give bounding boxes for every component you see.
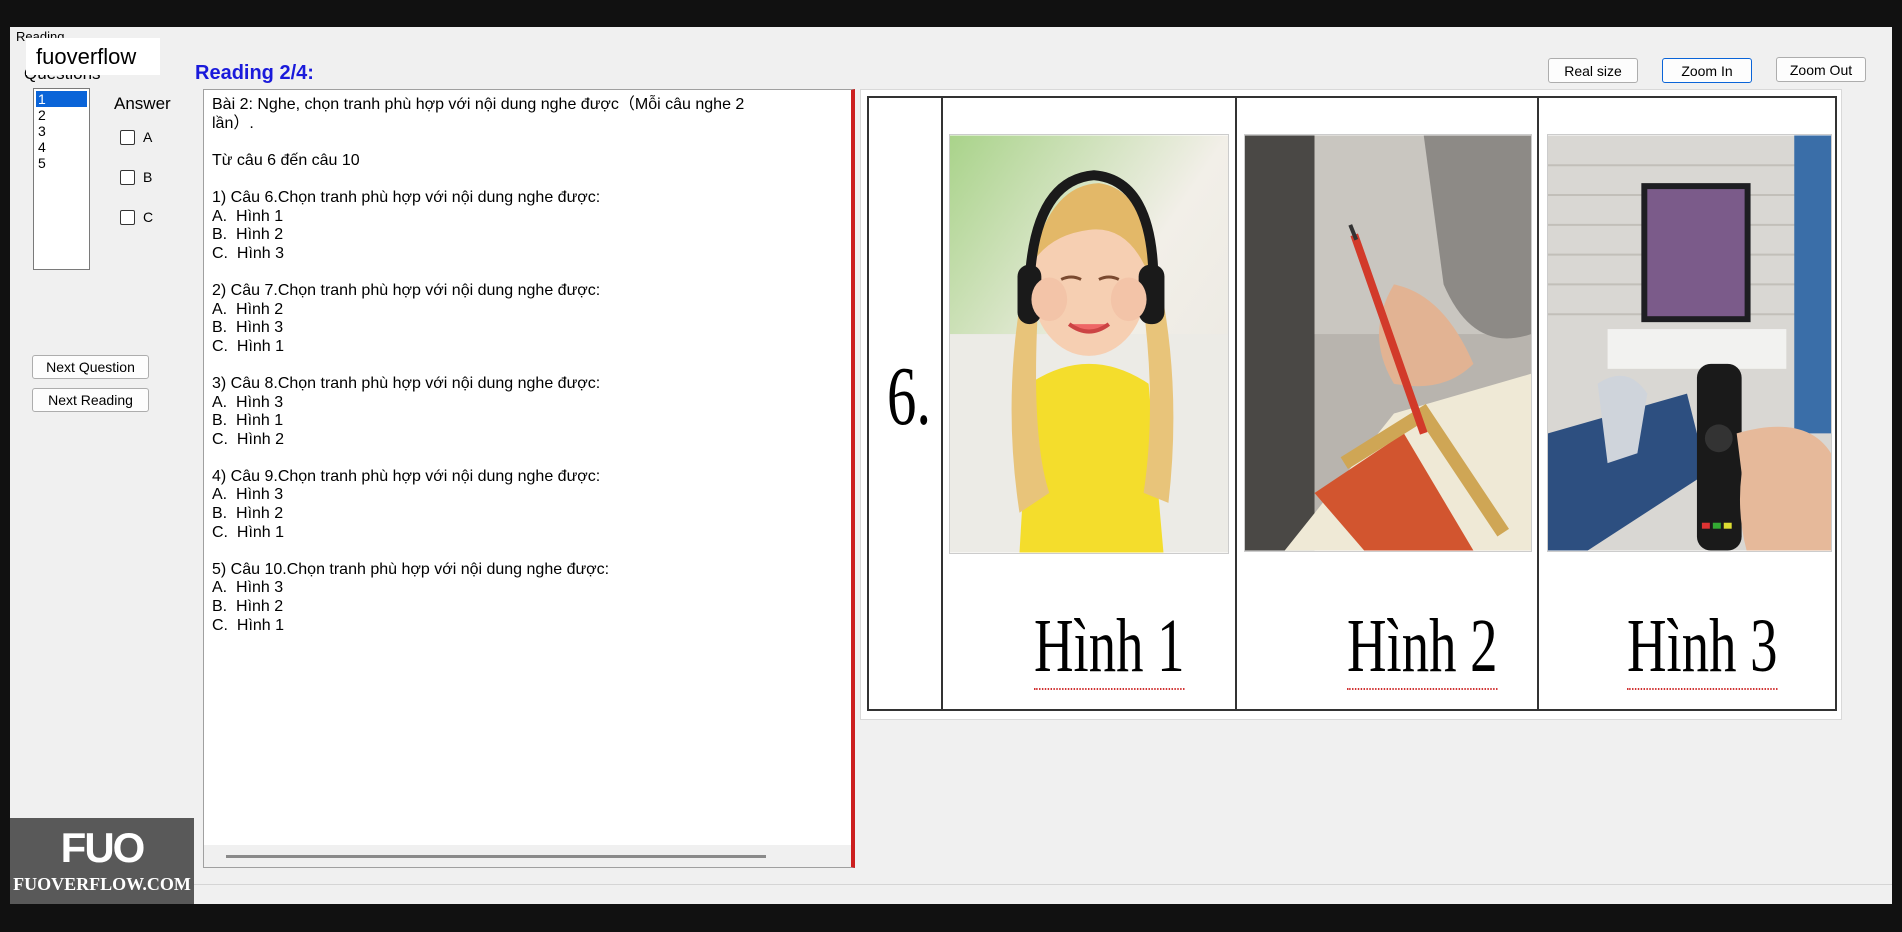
answer-option-b[interactable]: B (120, 169, 152, 185)
table-divider (1235, 98, 1237, 709)
real-size-button[interactable]: Real size (1548, 58, 1638, 83)
question-figure: 6. Hình 1 Hình 2 Hình 3 (860, 89, 1842, 720)
girl-headphones-image (949, 134, 1229, 554)
image-label-2-text: Hình 2 (1347, 604, 1498, 690)
image-label-1-text: Hình 1 (1034, 604, 1185, 690)
writing-hand-image (1244, 134, 1532, 552)
zoom-in-button[interactable]: Zoom In (1662, 58, 1752, 83)
horizontal-scrollbar[interactable] (204, 845, 851, 867)
answer-option-b-label: B (143, 169, 153, 185)
image-label-3-text: Hình 3 (1627, 604, 1778, 690)
question-list[interactable]: 1 2 3 4 5 (33, 88, 90, 270)
answer-option-c-label: C (143, 209, 154, 225)
watermark: FUO FUOVERFLOW.COM (10, 818, 194, 904)
watermark-logo: FUO (60, 824, 146, 871)
brand-tag: fuoverflow (26, 38, 160, 75)
table-divider (1537, 98, 1539, 709)
question-item-1[interactable]: 1 (36, 91, 87, 107)
status-bar (10, 884, 1892, 904)
next-question-button[interactable]: Next Question (32, 355, 149, 379)
image-label-2: Hình 2 (1347, 603, 1498, 690)
image-label-3: Hình 3 (1627, 603, 1778, 690)
image-viewer-panel[interactable]: 6. Hình 1 Hình 2 Hình 3 (860, 89, 1875, 879)
figure-table: 6. Hình 1 Hình 2 Hình 3 (867, 96, 1837, 711)
question-number: 6. (887, 350, 932, 443)
answer-option-c[interactable]: C (120, 209, 153, 225)
answer-checkbox-c[interactable] (120, 209, 135, 225)
horizontal-scrollbar-thumb[interactable] (226, 855, 766, 858)
app-window: Reading Questions fuoverflow Reading 2/4… (10, 27, 1892, 904)
reading-text: Bài 2: Nghe, chọn tranh phù hợp với nội … (212, 96, 745, 634)
question-item-3[interactable]: 3 (34, 123, 89, 139)
question-item-4[interactable]: 4 (34, 139, 89, 155)
zoom-out-button[interactable]: Zoom Out (1776, 57, 1866, 82)
image-label-1: Hình 1 (1034, 603, 1185, 690)
table-divider (941, 98, 943, 709)
answer-label: Answer (114, 94, 171, 113)
answer-checkbox-b[interactable] (120, 169, 135, 185)
reading-title: Reading 2/4: (195, 62, 314, 84)
answer-checkbox-a[interactable] (120, 129, 135, 145)
tv-remote-image (1547, 134, 1832, 552)
answer-option-a-label: A (143, 129, 153, 145)
question-item-2[interactable]: 2 (34, 107, 89, 123)
question-item-5[interactable]: 5 (34, 155, 89, 171)
watermark-site: FUOVERFLOW.COM (13, 874, 191, 894)
next-reading-button[interactable]: Next Reading (32, 388, 149, 412)
answer-option-a[interactable]: A (120, 129, 152, 145)
reading-text-panel[interactable]: Bài 2: Nghe, chọn tranh phù hợp với nội … (203, 89, 855, 868)
